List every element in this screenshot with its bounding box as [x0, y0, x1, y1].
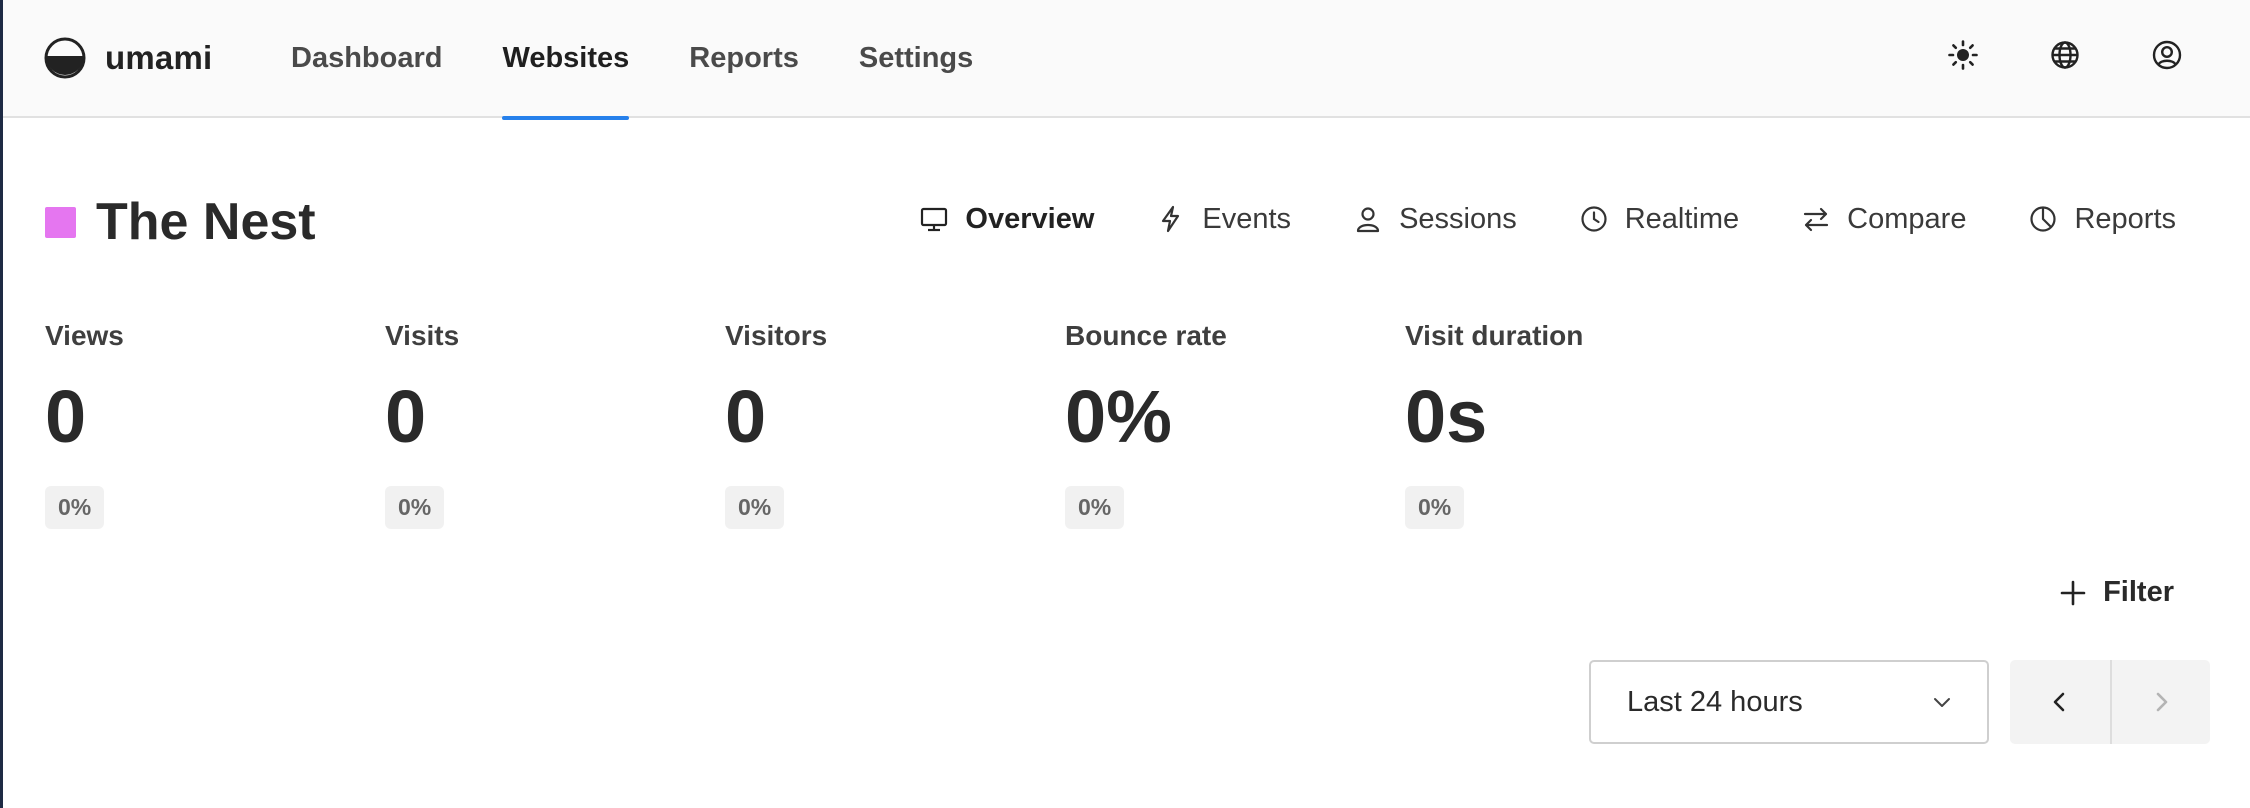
brand[interactable]: umami	[43, 36, 212, 80]
website-subnav: Overview Events Sessions Realtime Compar…	[919, 196, 2176, 242]
website-name: The Nest	[96, 193, 316, 251]
umami-logo-icon	[44, 37, 86, 79]
metric-value: 0	[725, 375, 767, 458]
sun-icon	[1948, 40, 1978, 70]
date-range-value: Last 24 hours	[1627, 685, 1803, 718]
tab-compare-label: Compare	[1847, 202, 1967, 235]
tab-overview-label: Overview	[965, 202, 1095, 235]
tab-sessions-label: Sessions	[1399, 202, 1517, 235]
tab-realtime-label: Realtime	[1624, 202, 1740, 235]
metric-visit-duration: Visit duration 0s 0%	[1405, 320, 1745, 529]
tab-reports[interactable]: Reports	[2028, 196, 2176, 242]
metric-views: Views 0 0%	[45, 320, 385, 529]
globe-icon	[2051, 41, 2079, 69]
metric-bounce-rate: Bounce rate 0% 0%	[1065, 320, 1405, 529]
metric-label: Visit duration	[1405, 320, 1584, 351]
date-pager	[2010, 660, 2210, 744]
website-color-swatch	[45, 206, 76, 238]
top-header: umami Dashboard Websites Reports Setting…	[3, 0, 2250, 120]
chevron-left-icon	[2053, 692, 2065, 712]
nav-websites[interactable]: Websites	[502, 0, 629, 120]
metric-visits: Visits 0 0%	[385, 320, 725, 529]
metric-value: 0	[45, 375, 87, 458]
profile-button[interactable]	[2150, 38, 2184, 72]
tab-events[interactable]: Events	[1156, 196, 1291, 242]
nav-settings[interactable]: Settings	[859, 0, 973, 118]
theme-toggle-button[interactable]	[1946, 38, 1980, 72]
tab-realtime[interactable]: Realtime	[1579, 196, 1739, 242]
tab-sessions[interactable]: Sessions	[1353, 196, 1517, 242]
plus-icon	[2060, 580, 2086, 605]
metric-value: 0s	[1405, 375, 1488, 458]
metric-label: Bounce rate	[1065, 320, 1227, 351]
lightning-icon	[1162, 205, 1180, 233]
metric-visitors: Visitors 0 0%	[725, 320, 1065, 529]
monitor-icon	[921, 207, 948, 232]
nav-reports[interactable]: Reports	[689, 0, 799, 118]
user-circle-icon	[2152, 40, 2182, 70]
metric-label: Visits	[385, 320, 460, 351]
tab-events-label: Events	[1202, 202, 1292, 235]
chevron-right-icon	[2156, 692, 2168, 712]
user-icon	[1356, 207, 1380, 233]
chevron-down-icon	[1934, 698, 1950, 707]
tab-reports-label: Reports	[2074, 202, 2176, 235]
metric-change-badge: 0%	[385, 486, 445, 529]
header-actions	[1946, 38, 2184, 72]
filter-button[interactable]: Filter	[2059, 576, 2174, 609]
metric-label: Views	[45, 320, 124, 351]
filter-button-label: Filter	[2103, 576, 2174, 608]
metric-change-badge: 0%	[1405, 486, 1465, 529]
metric-value: 0%	[1065, 375, 1172, 458]
clock-icon	[1581, 206, 1607, 232]
main-nav: Dashboard Websites Reports Settings	[291, 0, 1033, 120]
metric-label: Visitors	[725, 320, 828, 351]
tab-compare[interactable]: Compare	[1801, 196, 1966, 242]
metrics-bar: Views 0 0% Visits 0 0% Visitors 0 0% Bou…	[45, 320, 1745, 529]
app-name: umami	[105, 39, 213, 76]
previous-period-button[interactable]	[2010, 660, 2110, 744]
date-range-select[interactable]: Last 24 hours	[1589, 660, 1989, 744]
metric-value: 0	[385, 375, 427, 458]
nav-dashboard[interactable]: Dashboard	[291, 0, 442, 118]
arrows-swap-icon	[1804, 207, 1829, 232]
metric-change-badge: 0%	[1065, 486, 1125, 529]
next-period-button[interactable]	[2110, 660, 2210, 744]
metric-change-badge: 0%	[725, 486, 785, 529]
website-header: The Nest	[45, 192, 316, 252]
tab-overview[interactable]: Overview	[919, 196, 1094, 242]
language-button[interactable]	[2048, 38, 2082, 72]
pie-chart-icon	[2030, 206, 2057, 232]
metric-change-badge: 0%	[45, 486, 105, 529]
